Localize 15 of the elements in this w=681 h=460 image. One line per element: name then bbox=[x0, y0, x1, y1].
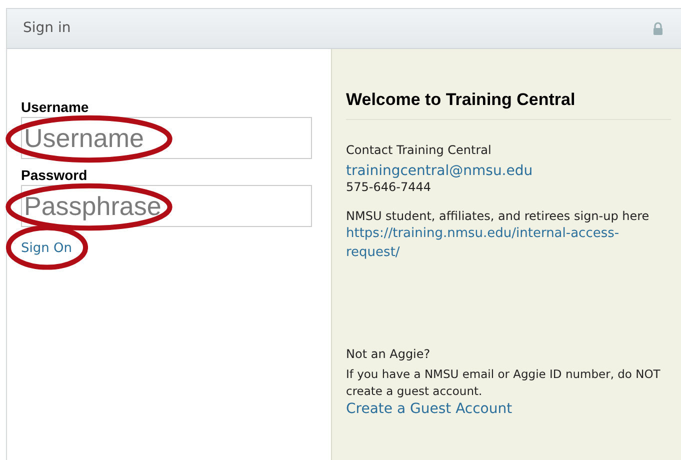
window-title: Sign in bbox=[23, 19, 71, 38]
lock-icon bbox=[653, 22, 663, 35]
phone-number: 575-646-7444 bbox=[346, 178, 432, 196]
panel-heading: Welcome to Training Central bbox=[346, 87, 671, 120]
guest-heading: Not an Aggie? bbox=[346, 346, 432, 362]
email-link[interactable]: trainingcentral@nmsu.edu bbox=[346, 162, 671, 178]
field-label: Username bbox=[21, 99, 90, 116]
input-field[interactable]: Passphrase bbox=[21, 185, 312, 227]
contact-label: Contact Training Central bbox=[346, 142, 492, 158]
input-field[interactable]: Username bbox=[21, 117, 312, 159]
guest-account-link[interactable]: Create a Guest Account bbox=[346, 400, 671, 418]
guest-warning: If you have a NMSU email or Aggie ID number, do NOT create a guest account. bbox=[346, 366, 662, 400]
signup-link[interactable]: https://training.nmsu.edu/internal-access-request/ bbox=[346, 224, 631, 262]
signup-text: NMSU student, affiliates, and retirees sign-up here bbox=[346, 208, 650, 224]
field-label: Password bbox=[21, 167, 88, 184]
